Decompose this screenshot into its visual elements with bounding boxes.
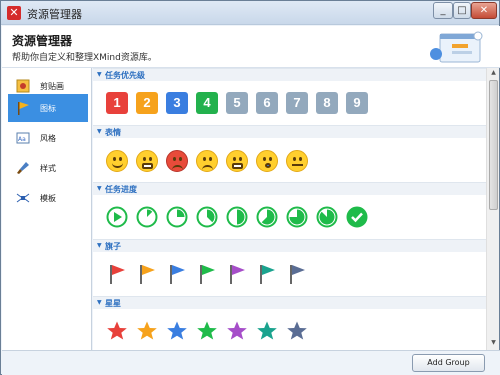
chevron-down-icon: ▼ (97, 71, 102, 78)
minimize-button[interactable]: _ (433, 2, 453, 19)
progress-8-icon[interactable] (346, 206, 368, 228)
neutral-icon[interactable] (286, 150, 308, 172)
template-icon (16, 193, 30, 203)
sidebar-item-label: 风格 (40, 134, 56, 143)
sidebar-item-template[interactable]: 模板 (8, 184, 88, 212)
cry-icon[interactable] (196, 150, 218, 172)
close-button[interactable]: ✕ (471, 2, 497, 19)
sidebar-item-label: 剪贴画 (40, 82, 64, 91)
flag-icon (18, 102, 29, 115)
section-priority-icons: 123456789 (93, 82, 486, 124)
flag-icon[interactable] (286, 263, 308, 285)
priority-5-icon[interactable]: 5 (226, 92, 248, 114)
section-header-progress[interactable]: ▼ 任务进度 (93, 182, 486, 195)
clipart-icon (16, 79, 30, 93)
furious-icon[interactable] (226, 150, 248, 172)
priority-7-icon[interactable]: 7 (286, 92, 308, 114)
progress-5-icon[interactable] (256, 206, 278, 228)
flag-icon[interactable] (256, 263, 278, 285)
progress-3-icon[interactable] (196, 206, 218, 228)
flag-icon[interactable] (226, 263, 248, 285)
star-icon[interactable] (226, 320, 248, 342)
sidebar-item-style[interactable]: Aa 风格 (8, 124, 88, 152)
priority-8-icon[interactable]: 8 (316, 92, 338, 114)
chevron-down-icon: ▼ (97, 185, 102, 192)
section-header-stars[interactable]: ▼ 星星 (93, 296, 486, 309)
flag-icon[interactable] (166, 263, 188, 285)
surprised-icon[interactable] (256, 150, 278, 172)
brush-icon (17, 162, 29, 174)
grin-icon[interactable] (136, 150, 158, 172)
progress-7-icon[interactable] (316, 206, 338, 228)
window-title: 资源管理器 (27, 8, 82, 21)
section-progress-icons (93, 196, 486, 238)
add-group-button[interactable]: Add Group (412, 354, 485, 372)
sidebar-item-label: 图标 (40, 104, 56, 113)
progress-1-icon[interactable] (136, 206, 158, 228)
icon-library-panel: ▼ 任务优先级 123456789 ▼ 表情 ▼ 任务进度 ▼ 旗子 ▼ 星星 (93, 68, 486, 350)
page-title: 资源管理器 (12, 34, 73, 48)
section-title: 表情 (105, 128, 121, 137)
header-panel: 资源管理器 帮助你自定义和整理XMind资源库。 (2, 26, 500, 68)
priority-6-icon[interactable]: 6 (256, 92, 278, 114)
svg-text:Aa: Aa (18, 136, 26, 143)
priority-4-icon[interactable]: 4 (196, 92, 218, 114)
page-subtitle: 帮助你自定义和整理XMind资源库。 (12, 53, 157, 63)
sidebar-item-icons[interactable]: 图标 (8, 94, 88, 122)
resource-manager-window: ✕ 资源管理器 _ □ ✕ 资源管理器 帮助你自定义和整理XMind资源库。 剪… (0, 0, 500, 375)
star-icon[interactable] (106, 320, 128, 342)
scroll-down-icon[interactable]: ▼ (489, 339, 498, 349)
section-star-icons (93, 310, 486, 350)
section-title: 任务进度 (105, 185, 137, 194)
flag-icon[interactable] (136, 263, 158, 285)
sidebar-item-label: 样式 (40, 164, 56, 173)
flag-icon[interactable] (106, 263, 128, 285)
section-title: 旗子 (105, 242, 121, 251)
scrollbar-thumb[interactable] (489, 80, 498, 210)
sidebar-item-theme[interactable]: 样式 (8, 154, 88, 182)
priority-9-icon[interactable]: 9 (346, 92, 368, 114)
star-icon[interactable] (196, 320, 218, 342)
priority-2-icon[interactable]: 2 (136, 92, 158, 114)
toolbox-illustration-icon (430, 31, 483, 63)
footer-bar: Add Group (2, 350, 500, 375)
angry-icon[interactable] (166, 150, 188, 172)
section-header-priority[interactable]: ▼ 任务优先级 (93, 68, 486, 81)
star-icon[interactable] (166, 320, 188, 342)
progress-2-icon[interactable] (166, 206, 188, 228)
smile-icon[interactable] (106, 150, 128, 172)
section-flag-icons (93, 253, 486, 295)
chevron-down-icon: ▼ (97, 128, 102, 135)
star-icon[interactable] (136, 320, 158, 342)
sidebar: 剪贴画 图标 Aa 风格 样式 模板 (2, 68, 92, 353)
section-title: 星星 (105, 299, 121, 308)
section-header-emotions[interactable]: ▼ 表情 (93, 125, 486, 138)
maximize-button[interactable]: □ (453, 2, 471, 19)
sidebar-item-label: 模板 (40, 194, 56, 203)
section-title: 任务优先级 (105, 71, 145, 80)
priority-3-icon[interactable]: 3 (166, 92, 188, 114)
x-logo-icon: ✕ (7, 6, 21, 20)
star-icon[interactable] (286, 320, 308, 342)
progress-0-icon[interactable] (106, 206, 128, 228)
chevron-down-icon: ▼ (97, 299, 102, 306)
vertical-scrollbar[interactable]: ▲ ▼ (486, 68, 499, 350)
priority-1-icon[interactable]: 1 (106, 92, 128, 114)
star-icon[interactable] (256, 320, 278, 342)
chevron-down-icon: ▼ (97, 242, 102, 249)
style-icon: Aa (16, 132, 30, 144)
title-bar: ✕ 资源管理器 _ □ ✕ (1, 1, 499, 25)
flag-icon[interactable] (196, 263, 218, 285)
scroll-up-icon[interactable]: ▲ (489, 69, 498, 79)
progress-4-icon[interactable] (226, 206, 248, 228)
progress-6-icon[interactable] (286, 206, 308, 228)
section-emotion-icons (93, 139, 486, 181)
section-header-flags[interactable]: ▼ 旗子 (93, 239, 486, 252)
